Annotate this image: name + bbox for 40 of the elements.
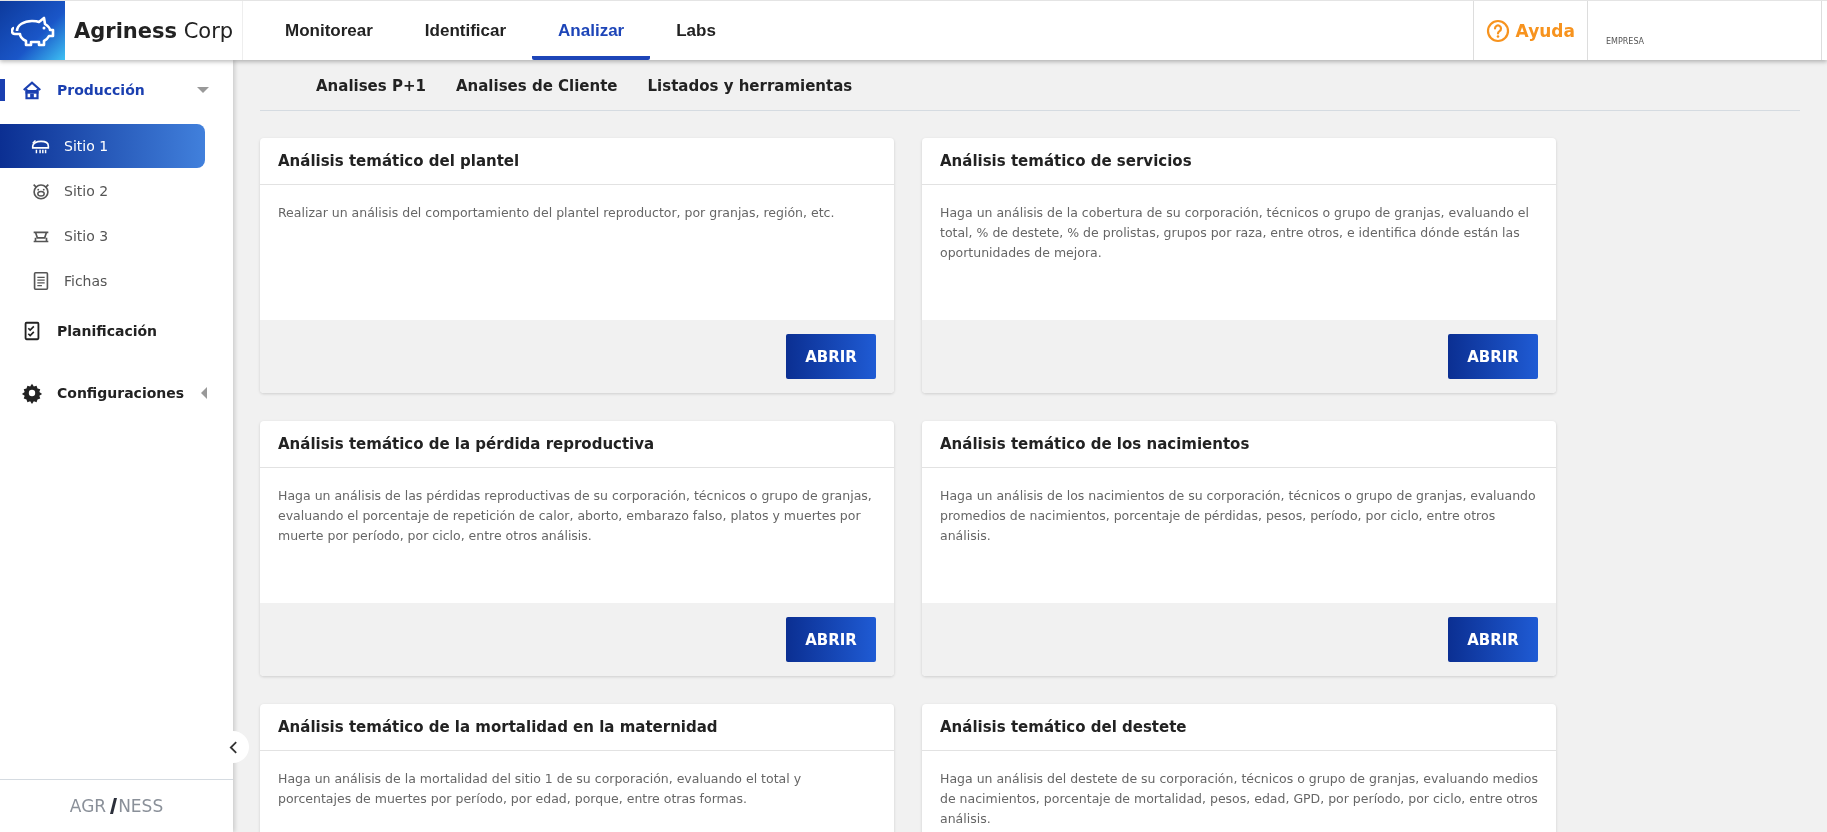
card-title: Análisis temático de servicios bbox=[922, 138, 1556, 185]
card-description: Haga un análisis de los nacimientos de su corporación, técnicos o grupo de granjas, evaluando promedios de nacimientos, porcentaje de pérdidas, pesos, período, por ciclo, entre otros análisis. bbox=[939, 487, 1537, 545]
card-description: Haga un análisis de la cobertura de su corporación, técnicos o grupo de granjas, evaluando el total, % de destete, % de prolistas, grupos por raza, entre otros, e identifica dónde están las oportunidades de mejora. bbox=[939, 204, 1530, 262]
company-name: Agriness Corp bbox=[74, 18, 234, 43]
nav-tab[interactable]: Labs bbox=[650, 1, 742, 60]
settings-icon bbox=[21, 382, 43, 404]
card-title: Análisis temático del destete bbox=[922, 704, 1556, 751]
sidebar-section[interactable]: Planificación bbox=[0, 313, 233, 349]
open-button[interactable]: ABRIR bbox=[786, 334, 876, 379]
nav-tab[interactable]: Analizar bbox=[532, 1, 651, 60]
sidebar-item[interactable]: Sitio 2 bbox=[0, 169, 205, 213]
card-title: Análisis temático de los nacimientos bbox=[922, 421, 1556, 468]
caret-icon bbox=[201, 387, 207, 399]
caret-icon bbox=[197, 87, 209, 93]
sub-tab[interactable]: Analises de Cliente bbox=[455, 75, 618, 95]
open-button[interactable]: ABRIR bbox=[1448, 334, 1538, 379]
card-title: Análisis temático de la pérdida reproductiva bbox=[260, 421, 894, 468]
card-description: Haga un análisis de la mortalidad del sitio 1 de su corporación, evaluando el total y porcentajes de muertes por período, por edad, porque, entre otras formas. bbox=[277, 770, 803, 808]
house-icon bbox=[21, 79, 43, 101]
sidebar-section[interactable]: Configuraciones bbox=[0, 375, 233, 411]
sidebar-item[interactable]: Fichas bbox=[0, 259, 205, 303]
agriness-logo: AGR NESS bbox=[69, 796, 164, 816]
sub-tab[interactable]: Listados y herramientas bbox=[647, 75, 853, 95]
nav-tab[interactable]: Identificar bbox=[398, 1, 533, 60]
chevron-left-icon bbox=[228, 740, 238, 754]
open-button[interactable]: ABRIR bbox=[786, 617, 876, 662]
card-title: Análisis temático de la mortalidad en la maternidad bbox=[260, 704, 894, 751]
card-title: Análisis temático del plantel bbox=[260, 138, 894, 185]
card-description: Haga un análisis de las pérdidas reproductivas de su corporación, técnicos o grupo de granjas, evaluando el porcentaje de repetición de calor, aborto, embarazo falso, platos y muertes por muerte por período, por ciclo, entre otros análisis. bbox=[277, 487, 873, 545]
card-description: Realizar un análisis del comportamiento del plantel reproductor, por granjas, región, etc. bbox=[277, 204, 836, 222]
sidebar-item[interactable]: Sitio 3 bbox=[0, 214, 205, 258]
sub-tab[interactable]: Analises P+1 bbox=[316, 75, 426, 95]
selection-bar bbox=[0, 79, 5, 101]
open-button[interactable]: ABRIR bbox=[1448, 617, 1538, 662]
nav-tab[interactable]: Monitorear bbox=[259, 1, 399, 60]
sidebar-item[interactable]: Sitio 1 bbox=[0, 124, 205, 168]
company-label: EMPRESA bbox=[1606, 37, 1645, 46]
card-description: Haga un análisis del destete de su corporación, técnicos o grupo de granjas, evaluando medios de nacimientos, porcentaje de mortalidad, pesos, edad, GPD, por período, por ciclo, entre otros análisis. bbox=[939, 770, 1539, 828]
sidebar-section[interactable]: Producción bbox=[0, 72, 233, 108]
help-icon bbox=[1485, 18, 1510, 43]
